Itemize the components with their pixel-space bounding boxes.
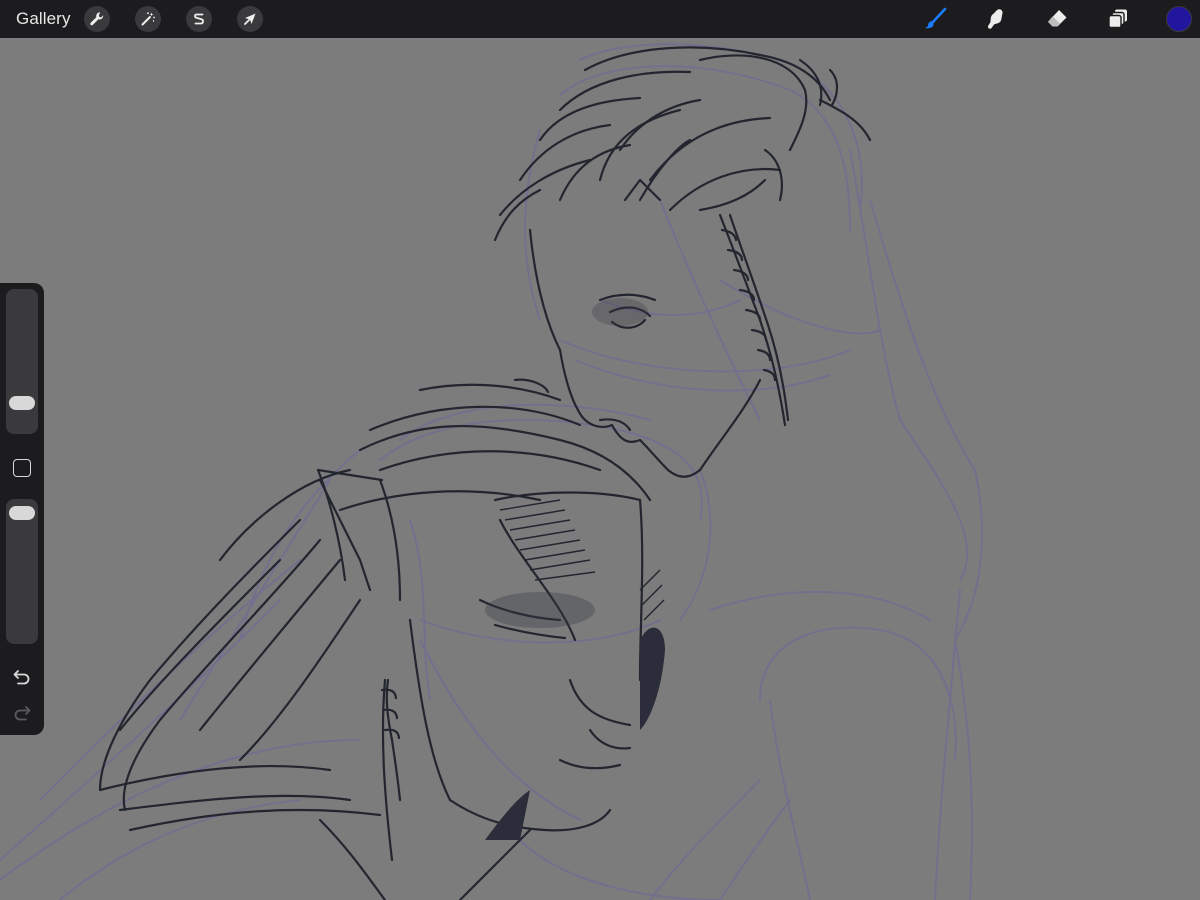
brush-tool[interactable]: [921, 6, 949, 32]
brush-icon: [925, 7, 947, 29]
smudge-finger-icon: [987, 9, 1003, 29]
arrow-cursor-icon: [244, 13, 256, 25]
transform-button[interactable]: [237, 6, 263, 32]
layers-icon: [1108, 9, 1127, 29]
wrench-icon: [90, 12, 104, 26]
selection-s-icon: [194, 13, 204, 25]
brush-size-slider[interactable]: [6, 289, 38, 434]
brush-size-thumb[interactable]: [9, 396, 35, 411]
sketch-artwork: [0, 43, 983, 900]
layers-tool[interactable]: [1104, 6, 1132, 32]
selection-button[interactable]: [186, 6, 212, 32]
modify-button[interactable]: [13, 459, 31, 477]
drawing-canvas[interactable]: [0, 38, 1200, 900]
opacity-thumb[interactable]: [9, 505, 35, 520]
undo-button[interactable]: [10, 667, 34, 687]
eraser-icon: [1048, 10, 1067, 27]
smudge-tool[interactable]: [982, 6, 1010, 32]
redo-icon: [14, 706, 31, 721]
color-picker-swatch[interactable]: [1166, 6, 1192, 32]
opacity-slider[interactable]: [6, 499, 38, 644]
magic-wand-icon: [141, 12, 155, 26]
redo-button[interactable]: [10, 703, 34, 723]
eraser-tool[interactable]: [1043, 6, 1071, 32]
gallery-button[interactable]: Gallery: [16, 0, 71, 38]
undo-icon: [13, 670, 30, 685]
top-toolbar: Gallery: [0, 0, 1200, 38]
brush-sidebar: [0, 283, 44, 735]
actions-button[interactable]: [84, 6, 110, 32]
adjustments-button[interactable]: [135, 6, 161, 32]
